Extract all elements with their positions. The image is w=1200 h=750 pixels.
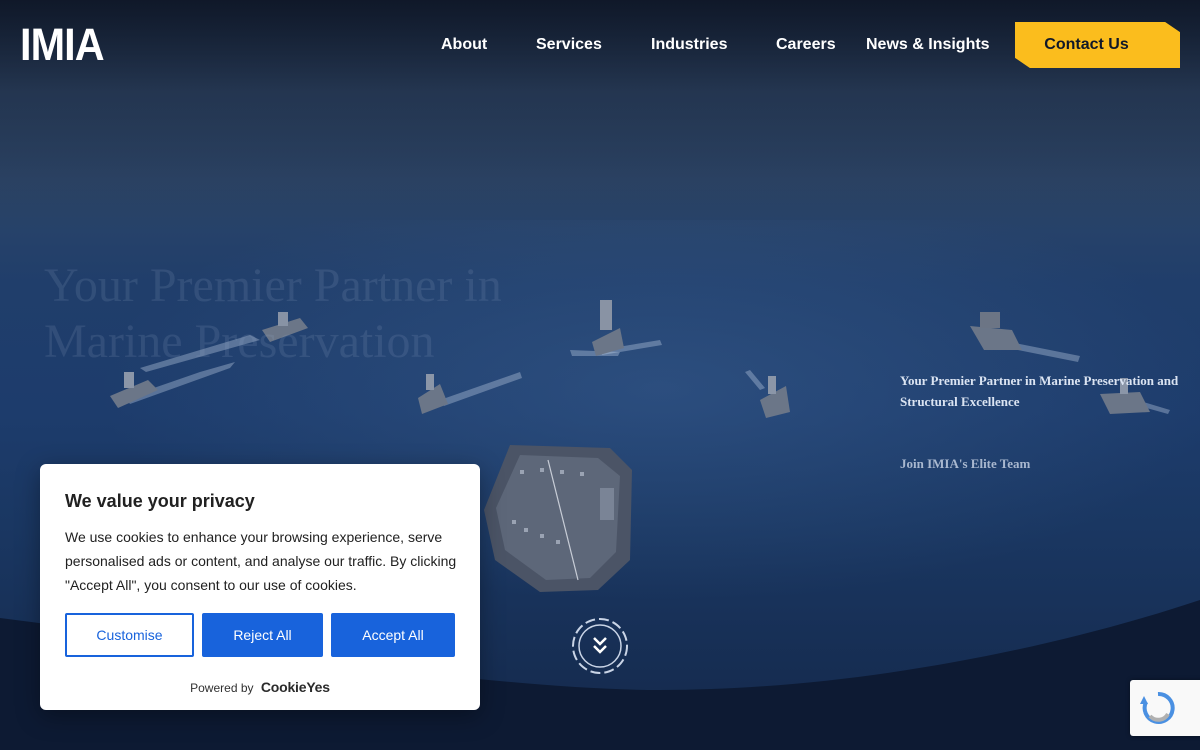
recaptcha-badge[interactable] — [1130, 680, 1200, 736]
scroll-down-button[interactable] — [570, 612, 630, 680]
nav-industries[interactable]: Industries — [651, 36, 727, 54]
recaptcha-icon — [1140, 691, 1175, 724]
hero-side-tagline: Your Premier Partner in Marine Preservat… — [900, 373, 1179, 409]
reject-all-button[interactable]: Reject All — [202, 613, 323, 657]
nav-careers[interactable]: Careers — [776, 36, 836, 54]
powered-by-label: Powered by — [190, 681, 254, 695]
main-nav: About Services Industries Careers News &… — [0, 0, 1200, 90]
contact-us-button[interactable]: Contact Us — [1015, 22, 1180, 68]
ship-6 — [970, 326, 1022, 350]
nav-news-insights[interactable]: News & Insights — [866, 36, 990, 54]
cookie-title: We value your privacy — [65, 491, 255, 511]
nav-services[interactable]: Services — [536, 36, 602, 54]
accept-all-button[interactable]: Accept All — [331, 613, 455, 657]
cookie-description: We use cookies to enhance your browsing … — [65, 529, 457, 593]
double-chevron-down-icon — [572, 618, 628, 674]
join-team-link[interactable]: Join IMIA's Elite Team — [900, 456, 1030, 472]
aircraft-carrier — [484, 445, 632, 592]
nav-about[interactable]: About — [441, 36, 487, 54]
powered-by: Powered by CookieYes — [40, 679, 480, 695]
cookieyes-logo[interactable]: CookieYes — [261, 679, 330, 695]
cookie-consent-banner: We value your privacy We use cookies to … — [40, 464, 480, 710]
customise-button[interactable]: Customise — [65, 613, 194, 657]
hero-title: Your Premier Partner in Marine Preservat… — [44, 259, 502, 368]
